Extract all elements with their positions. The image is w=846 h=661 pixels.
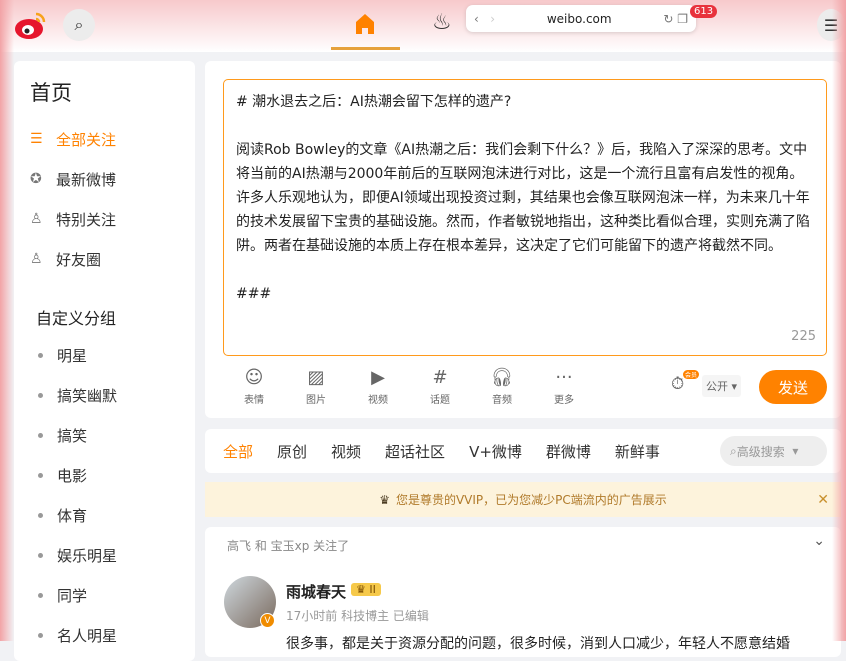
edge-glow-left <box>0 0 14 641</box>
sidebar-item-friends[interactable]: ♙ 好友圈 <box>30 239 195 279</box>
group-item[interactable]: 名人明星 <box>30 615 195 655</box>
search-button[interactable]: ⌕ <box>63 9 95 41</box>
reload-icon[interactable]: ↻ <box>663 12 673 26</box>
tab-news[interactable]: 新鲜事 <box>615 441 660 462</box>
group-item[interactable]: 搞笑幽默 <box>30 375 195 415</box>
image-button[interactable]: ▨ 图片 <box>285 367 347 406</box>
vip-mini-badge: 会员 <box>683 370 700 379</box>
verified-icon: V <box>260 613 275 628</box>
weibo-logo-icon[interactable] <box>14 10 48 40</box>
tab-super-topic[interactable]: 超话社区 <box>385 441 445 462</box>
composer-toolbar: ☺ 表情 ▨ 图片 ▶ 视频 # 话题 🎧︎ 音频 ··· 更多 <box>223 367 595 406</box>
close-icon[interactable]: ✕ <box>817 492 829 508</box>
sidebar-item-latest[interactable]: ✪ 最新微博 <box>30 159 195 199</box>
group-item[interactable]: 明星 <box>30 335 195 375</box>
tabs-icon[interactable]: ❐ <box>677 12 688 26</box>
tool-label: 音频 <box>492 395 512 406</box>
tab-group[interactable]: 群微博 <box>546 441 591 462</box>
video-button[interactable]: ▶ 视频 <box>347 367 409 406</box>
send-button[interactable]: 发送 <box>759 370 827 404</box>
group-label: 体育 <box>57 506 88 525</box>
more-icon: ··· <box>555 367 573 388</box>
url-text: weibo.com <box>546 11 612 26</box>
search-icon: ⌕ <box>74 15 84 34</box>
emoji-button[interactable]: ☺ 表情 <box>223 367 285 406</box>
topic-button[interactable]: # 话题 <box>409 367 471 406</box>
group-item[interactable]: 电影 <box>30 455 195 495</box>
char-count: 225 <box>791 329 816 344</box>
sidebar-item-all-follow[interactable]: ☰ 全部关注 <box>30 119 195 159</box>
home-icon[interactable] <box>353 12 377 36</box>
tool-label: 更多 <box>554 395 574 406</box>
edge-glow-right <box>832 0 846 641</box>
sidebar-item-label: 最新微博 <box>56 170 117 189</box>
hot-icon[interactable]: ♨ <box>432 10 452 35</box>
notification-badge: 613 <box>690 5 718 18</box>
group-item[interactable]: 同学 <box>30 575 195 615</box>
group-label: 同学 <box>57 586 88 605</box>
visibility-select[interactable]: 公开 ▾ <box>702 375 742 397</box>
star-icon: ✪ <box>30 171 42 187</box>
more-button[interactable]: ··· 更多 <box>533 367 595 406</box>
vip-level-badge: ♛ II <box>351 583 381 596</box>
feed-card: 高飞 和 宝玉xp 关注了 ⌄ V 雨城春天 ♛ II 17小时前 科技博主 已… <box>205 527 841 657</box>
search-icon: ⌕ <box>730 443 737 458</box>
active-tab-indicator <box>331 47 400 50</box>
audio-button[interactable]: 🎧︎ 音频 <box>471 367 533 406</box>
sidebar-item-label: 好友圈 <box>56 250 102 269</box>
tool-label: 表情 <box>244 395 264 406</box>
group-label: 明星 <box>57 346 88 365</box>
browser-url-bar[interactable]: ‹ › weibo.com ↻ ❐ <box>466 5 696 32</box>
sidebar-title: 首页 <box>30 81 72 105</box>
tab-all[interactable]: 全部 <box>223 441 253 462</box>
sidebar-item-special[interactable]: ♙ 特别关注 <box>30 199 195 239</box>
tab-original[interactable]: 原创 <box>277 441 307 462</box>
sidebar-item-label: 全部关注 <box>56 130 117 149</box>
sidebar-item-label: 特别关注 <box>56 210 117 229</box>
post-editor[interactable]: # 潮水退去之后：AI热潮会留下怎样的遗产? 阅读Rob Bowley的文章《A… <box>223 79 827 356</box>
group-label: 搞笑 <box>57 426 88 445</box>
vip-notice: ♛ 您是尊贵的VVIP，已为您减少PC端流内的广告展示 ✕ <box>205 482 841 517</box>
user-star-icon: ♙ <box>30 211 43 227</box>
group-label: 娱乐明星 <box>57 546 118 565</box>
feed-tabs: 全部 原创 视频 超话社区 V+微博 群微博 新鲜事 ⌕ 高级搜索 ▾ <box>205 429 841 473</box>
tool-label: 视频 <box>368 395 388 406</box>
editor-text: # 潮水退去之后：AI热潮会留下怎样的遗产? 阅读Rob Bowley的文章《A… <box>236 94 810 302</box>
caret-down-icon: ▾ <box>792 444 799 458</box>
chevron-down-icon[interactable]: ⌄ <box>813 533 825 549</box>
back-icon[interactable]: ‹ <box>474 12 479 26</box>
group-title: 自定义分组 <box>36 309 117 328</box>
advanced-search[interactable]: ⌕ 高级搜索 ▾ <box>720 436 827 466</box>
users-icon: ♙ <box>30 251 43 267</box>
hash-icon: # <box>432 367 448 388</box>
group-item[interactable]: 搞笑 <box>30 415 195 455</box>
list-icon: ☰ <box>30 131 43 147</box>
group-label: 搞笑幽默 <box>57 386 118 405</box>
vip-notice-text: 您是尊贵的VVIP，已为您减少PC端流内的广告展示 <box>395 493 667 507</box>
headphones-icon: 🎧︎ <box>490 367 514 388</box>
crown-icon: ♛ <box>379 492 390 507</box>
search-placeholder: 高级搜索 <box>736 444 785 459</box>
visibility-value: 公开 <box>706 380 728 393</box>
tool-label: 图片 <box>306 395 326 406</box>
tab-vplus[interactable]: V+微博 <box>469 441 522 462</box>
group-item[interactable]: 体育 <box>30 495 195 535</box>
sidebar: 首页 ☰ 全部关注 ✪ 最新微博 ♙ 特别关注 ♙ 好友圈 自定义分组 明星 搞笑幽默 … <box>14 61 195 661</box>
vip-level: II <box>369 583 376 596</box>
group-label: 电影 <box>57 466 88 485</box>
video-icon: ▶ <box>371 367 385 388</box>
tool-label: 话题 <box>430 395 450 406</box>
username[interactable]: 雨城春天 <box>286 581 346 602</box>
smile-icon: ☺ <box>244 367 264 388</box>
post-meta: 17小时前 科技博主 已编辑 <box>286 609 429 623</box>
follow-note: 高飞 和 宝玉xp 关注了 <box>227 539 350 553</box>
group-item[interactable]: 娱乐明星 <box>30 535 195 575</box>
group-label: 名人明星 <box>57 626 118 645</box>
tab-video[interactable]: 视频 <box>331 441 361 462</box>
image-icon: ▨ <box>307 367 325 388</box>
post-text: 很多事，都是关于资源分配的问题，很多时候，消到人口减少，年轻人不愿意结婚 <box>286 636 790 652</box>
top-nav: ⌕ ♨ ‹ › weibo.com ↻ ❐ 613 ☰ <box>0 0 846 52</box>
composer: # 潮水退去之后：AI热潮会留下怎样的遗产? 阅读Rob Bowley的文章《A… <box>205 61 841 418</box>
schedule-icon[interactable]: ⏱ <box>671 374 684 394</box>
